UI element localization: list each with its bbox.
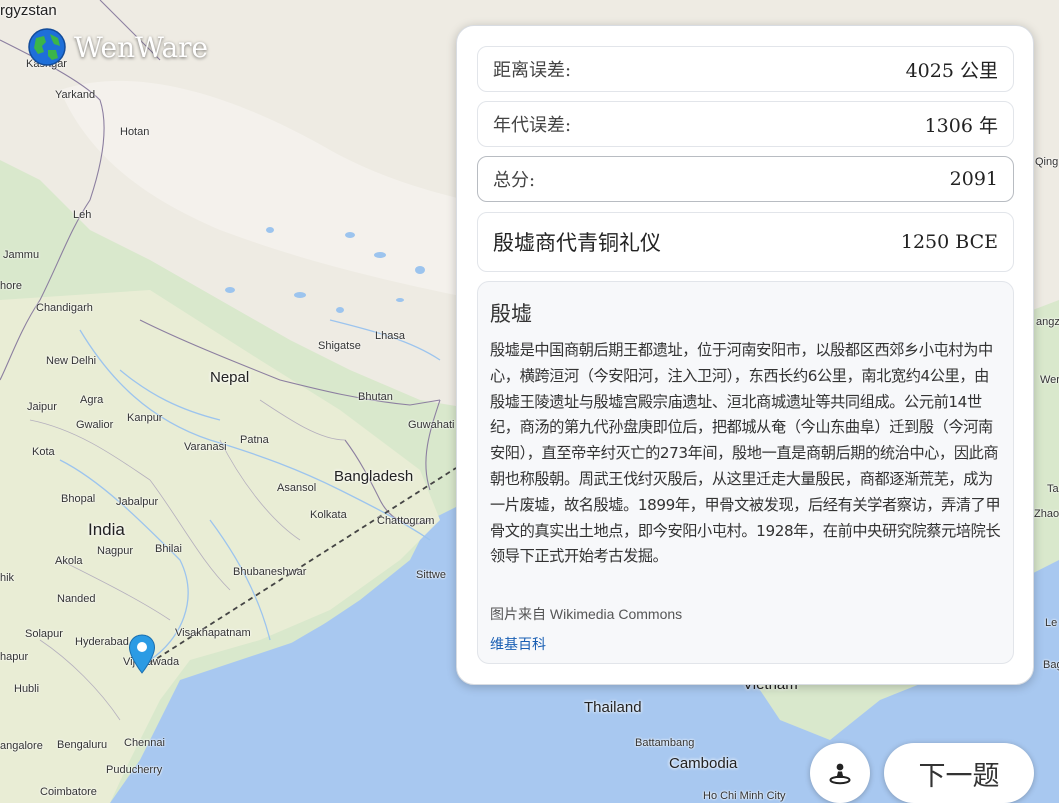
map-label-city: Shigatse [318,340,361,352]
image-credit: 图片来自 Wikimedia Commons [490,606,683,622]
map-label-city: Qing [1035,156,1059,168]
map-label-city: Yarkand [55,89,96,101]
map-label-city: Hotan [120,126,150,138]
map-label-country: Nepal [210,369,250,386]
map-label-city: Bhopal [61,493,96,505]
map-label-city: Lhasa [375,330,405,342]
map-label-city: Akola [55,555,83,567]
map-label-city: hapur [0,651,29,663]
next-question-button[interactable]: 下一题 [884,743,1034,803]
map-label-city: Bag [1043,659,1059,671]
distance-error-label: 距离误差: [493,60,572,81]
distance-error-value: 4025 公里 [905,59,998,82]
map-label-city: Kanpur [127,412,163,424]
year-error-label: 年代误差: [493,115,572,136]
map-label-city: Sittwe [416,569,446,581]
map-label-country: Cambodia [669,755,738,772]
map-label-city: Jammu [3,249,40,261]
answer-item-row: 殷墟商代青铜礼仪 1250 BCE [477,212,1014,272]
recenter-button[interactable] [810,743,870,803]
map-label-city: Bhilai [155,543,182,555]
map-label-city: Nagpur [97,545,134,557]
info-title: 殷墟 [490,302,532,326]
map-label-city: angalore [0,740,43,752]
map-label-city: Le [1045,617,1058,629]
map-label-city: hore [0,280,23,292]
map-label-city: Gwalior [76,419,114,431]
map-label-city: Leh [73,209,92,221]
globe-icon [28,28,66,66]
app-logo: WenWare [28,28,208,66]
year-error-value: 1306 年 [924,114,998,137]
map-label-city: Chennai [124,737,165,749]
map-label-city: Jaipur [27,401,57,413]
total-score-row: 总分: 2091 [477,156,1014,202]
person-pin-icon [829,763,851,785]
map-label-city: Asansol [277,482,317,494]
map-label-country: Thailand [584,699,642,716]
map-label-city: Chattogram [377,515,435,527]
distance-error-row: 距离误差: 4025 公里 [477,46,1014,92]
map-label-city: Patna [240,434,269,446]
app-name: WenWare [74,30,209,64]
map-label-city: Coimbatore [40,786,97,798]
wikipedia-link[interactable]: 维基百科 [490,634,546,654]
map-label-city: Kolkata [310,509,347,521]
map-label-city: Hubli [14,683,40,695]
map-pin-icon[interactable] [128,634,156,674]
result-panel: 距离误差: 4025 公里 年代误差: 1306 年 总分: 2091 殷墟商代… [456,25,1034,685]
answer-item-date: 1250 BCE [900,231,998,253]
map-label-city: angz [1036,316,1059,328]
map-label-city: Battambang [635,737,695,749]
map-label-city: New Delhi [46,355,97,367]
map-label-city: Bhutan [358,391,393,403]
info-text: 殷墟是中国商朝后期王都遗址，位于河南安阳市，以殷都区西郊乡小屯村为中心，横跨洹河… [490,341,1001,566]
map-label-country: India [88,520,125,539]
map-label-city: Hyderabad [75,636,129,648]
total-score-label: 总分: [493,170,536,191]
map-label-city: Jabalpur [116,496,159,508]
map-label-city: Bengaluru [57,739,108,751]
map-label-city: Bhubaneshwar [233,566,307,578]
map-label-city: Wer [1040,374,1059,386]
map-label-city: Nanded [57,593,96,605]
map-label-city: Solapur [25,628,63,640]
map-label-city: Kota [32,446,55,458]
map-label-city: hik [0,572,15,584]
map-label-country: Bangladesh [334,468,414,485]
answer-item-title: 殷墟商代青铜礼仪 [493,231,661,255]
year-error-row: 年代误差: 1306 年 [477,101,1014,147]
info-card: 殷墟 殷墟是中国商朝后期王都遗址，位于河南安阳市，以殷都区西郊乡小屯村为中心，横… [477,281,1014,664]
map-label-city: Agra [80,394,104,406]
map-label-city: Ta [1047,483,1059,495]
map-label-city: Zhaos [1034,508,1059,520]
total-score-value: 2091 [949,168,998,190]
map-label-city: Chandigarh [36,302,93,314]
map-label-city: Puducherry [106,764,163,776]
map-label-country: rgyzstan [0,2,57,19]
map-label-city: Visakhapatnam [175,627,251,639]
map-label-city: Guwahati [408,419,455,431]
map-label-city: Ho Chi Minh City [703,790,786,802]
map-label-city: Varanasi [184,441,227,453]
